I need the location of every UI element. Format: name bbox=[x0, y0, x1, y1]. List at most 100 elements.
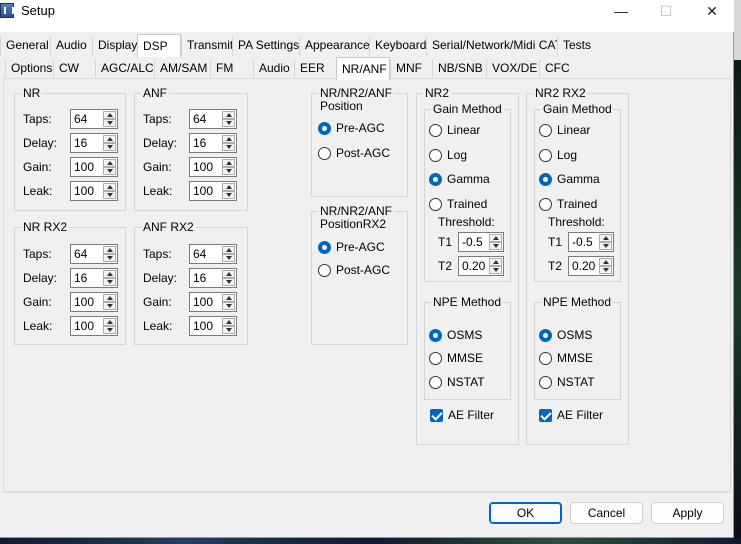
spin-down-icon[interactable] bbox=[222, 326, 235, 334]
spin-up-icon[interactable] bbox=[489, 258, 502, 266]
spin-up-icon[interactable] bbox=[222, 159, 235, 167]
tab-audio-sub[interactable]: Audio bbox=[253, 59, 295, 79]
nr-rx2-taps-arrows[interactable] bbox=[103, 246, 116, 262]
nr2-rx2-t1-spinner[interactable]: -0.5 bbox=[568, 232, 614, 252]
anf-rx2-delay-arrows[interactable] bbox=[222, 270, 235, 286]
anf-taps-spinner[interactable]: 64 bbox=[189, 109, 237, 129]
title-bar[interactable]: Setup — ☐ ✕ bbox=[0, 0, 734, 32]
tab-keyboard[interactable]: Keyboard bbox=[369, 36, 432, 56]
apply-button[interactable]: Apply bbox=[651, 502, 724, 524]
spin-down-icon[interactable] bbox=[222, 119, 235, 127]
spin-down-icon[interactable] bbox=[222, 278, 235, 286]
anf-leak-arrows[interactable] bbox=[222, 183, 235, 199]
tab-transmit[interactable]: Transmit bbox=[181, 36, 239, 56]
spin-up-icon[interactable] bbox=[222, 111, 235, 119]
tab-vox-de[interactable]: VOX/DE bbox=[486, 59, 543, 79]
tab-audio[interactable]: Audio bbox=[50, 36, 92, 56]
tab-cw[interactable]: CW bbox=[53, 59, 84, 79]
anf-leak-spinner[interactable]: 100 bbox=[189, 181, 237, 201]
anf-delay-spinner[interactable]: 16 bbox=[189, 133, 237, 153]
tab-options[interactable]: Options bbox=[5, 59, 58, 79]
tab-pa-settings[interactable]: PA Settings bbox=[232, 36, 305, 56]
spin-up-icon[interactable] bbox=[222, 318, 235, 326]
spin-down-icon[interactable] bbox=[103, 278, 116, 286]
spin-up-icon[interactable] bbox=[222, 294, 235, 302]
nr-taps-arrows[interactable] bbox=[103, 111, 116, 127]
close-button[interactable]: ✕ bbox=[689, 0, 735, 24]
nr-rx2-gain-spinner[interactable]: 100 bbox=[70, 292, 118, 312]
spin-down-icon[interactable] bbox=[599, 266, 612, 274]
nr2-rx2-t1-arrows[interactable] bbox=[599, 234, 612, 250]
nr-leak-arrows[interactable] bbox=[103, 183, 116, 199]
nr-leak-spinner[interactable]: 100 bbox=[70, 181, 118, 201]
tab-dsp[interactable]: DSP bbox=[137, 34, 181, 57]
spin-down-icon[interactable] bbox=[103, 167, 116, 175]
nr2-t1-arrows[interactable] bbox=[489, 234, 502, 250]
spin-down-icon[interactable] bbox=[599, 242, 612, 250]
spin-down-icon[interactable] bbox=[103, 119, 116, 127]
spin-up-icon[interactable] bbox=[103, 246, 116, 254]
spin-down-icon[interactable] bbox=[489, 266, 502, 274]
nr2-t2-spinner[interactable]: 0.20 bbox=[458, 256, 504, 276]
tab-cfc[interactable]: CFC bbox=[539, 59, 575, 79]
spin-down-icon[interactable] bbox=[222, 302, 235, 310]
cancel-button[interactable]: Cancel bbox=[570, 502, 643, 524]
spin-down-icon[interactable] bbox=[489, 242, 502, 250]
spin-up-icon[interactable] bbox=[103, 135, 116, 143]
spin-up-icon[interactable] bbox=[489, 234, 502, 242]
spin-up-icon[interactable] bbox=[103, 159, 116, 167]
anf-gain-arrows[interactable] bbox=[222, 159, 235, 175]
anf-rx2-taps-arrows[interactable] bbox=[222, 246, 235, 262]
tab-serial-network-midi-cat[interactable]: Serial/Network/Midi CAT bbox=[426, 36, 567, 56]
anf-gain-spinner[interactable]: 100 bbox=[189, 157, 237, 177]
spin-down-icon[interactable] bbox=[222, 191, 235, 199]
nr-rx2-leak-spinner[interactable]: 100 bbox=[70, 316, 118, 336]
anf-rx2-gain-arrows[interactable] bbox=[222, 294, 235, 310]
spin-up-icon[interactable] bbox=[222, 270, 235, 278]
tab-appearance[interactable]: Appearance bbox=[299, 36, 375, 56]
nr-taps-spinner[interactable]: 64 bbox=[70, 109, 118, 129]
anf-delay-arrows[interactable] bbox=[222, 135, 235, 151]
minimize-button[interactable]: — bbox=[598, 0, 644, 24]
anf-taps-arrows[interactable] bbox=[222, 111, 235, 127]
nr2-t2-arrows[interactable] bbox=[489, 258, 502, 274]
anf-rx2-leak-spinner[interactable]: 100 bbox=[189, 316, 237, 336]
spin-up-icon[interactable] bbox=[103, 270, 116, 278]
nr2-t1-spinner[interactable]: -0.5 bbox=[458, 232, 504, 252]
spin-up-icon[interactable] bbox=[103, 294, 116, 302]
tab-agc-alc[interactable]: AGC/ALC bbox=[95, 59, 159, 79]
nr-rx2-taps-spinner[interactable]: 64 bbox=[70, 244, 118, 264]
nr-delay-arrows[interactable] bbox=[103, 135, 116, 151]
spin-up-icon[interactable] bbox=[222, 135, 235, 143]
tab-display[interactable]: Display bbox=[92, 36, 143, 56]
spin-down-icon[interactable] bbox=[103, 302, 116, 310]
anf-rx2-gain-spinner[interactable]: 100 bbox=[189, 292, 237, 312]
tab-eer[interactable]: EER bbox=[294, 59, 330, 79]
ok-button[interactable]: OK bbox=[489, 502, 562, 524]
spin-down-icon[interactable] bbox=[103, 254, 116, 262]
spin-down-icon[interactable] bbox=[103, 143, 116, 151]
anf-rx2-leak-arrows[interactable] bbox=[222, 318, 235, 334]
tab-mnf[interactable]: MNF bbox=[390, 59, 427, 79]
tab-tests[interactable]: Tests bbox=[557, 36, 597, 56]
nr-rx2-gain-arrows[interactable] bbox=[103, 294, 116, 310]
nr-gain-spinner[interactable]: 100 bbox=[70, 157, 118, 177]
anf-rx2-delay-spinner[interactable]: 16 bbox=[189, 268, 237, 288]
spin-up-icon[interactable] bbox=[103, 183, 116, 191]
spin-up-icon[interactable] bbox=[599, 258, 612, 266]
tab-general[interactable]: General bbox=[0, 36, 54, 56]
spin-down-icon[interactable] bbox=[222, 167, 235, 175]
nr-gain-arrows[interactable] bbox=[103, 159, 116, 175]
spin-up-icon[interactable] bbox=[103, 111, 116, 119]
maximize-button[interactable]: ☐ bbox=[643, 0, 689, 24]
spin-up-icon[interactable] bbox=[222, 183, 235, 191]
anf-rx2-taps-spinner[interactable]: 64 bbox=[189, 244, 237, 264]
spin-down-icon[interactable] bbox=[103, 326, 116, 334]
spin-up-icon[interactable] bbox=[103, 318, 116, 326]
spin-down-icon[interactable] bbox=[222, 143, 235, 151]
nr-delay-spinner[interactable]: 16 bbox=[70, 133, 118, 153]
tab-am-sam[interactable]: AM/SAM bbox=[154, 59, 213, 79]
nr-rx2-delay-arrows[interactable] bbox=[103, 270, 116, 286]
spin-down-icon[interactable] bbox=[222, 254, 235, 262]
spin-up-icon[interactable] bbox=[222, 246, 235, 254]
